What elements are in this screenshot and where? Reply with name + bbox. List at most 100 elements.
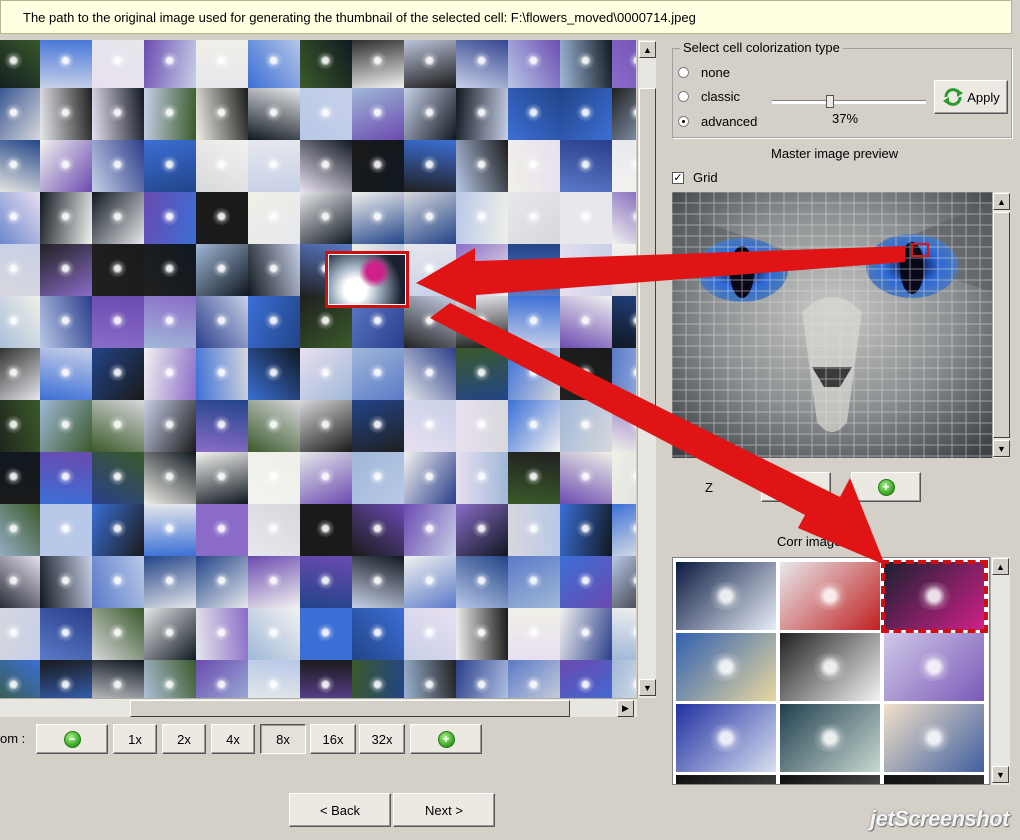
mosaic-tile[interactable] bbox=[560, 608, 612, 660]
corresponding-vertical-scrollbar[interactable]: ▲ ▼ bbox=[990, 557, 1010, 785]
mosaic-view[interactable] bbox=[0, 40, 636, 698]
mosaic-horizontal-scrollbar[interactable]: ▶ bbox=[0, 698, 637, 717]
corresponding-image-tile[interactable] bbox=[780, 633, 880, 701]
mosaic-tile[interactable] bbox=[196, 140, 248, 192]
mosaic-tile[interactable] bbox=[300, 504, 352, 556]
corresponding-image-tile[interactable] bbox=[676, 562, 776, 630]
mosaic-tile[interactable] bbox=[0, 452, 40, 504]
mosaic-tile[interactable] bbox=[352, 88, 404, 140]
mosaic-tile[interactable] bbox=[196, 660, 248, 698]
mosaic-tile[interactable] bbox=[0, 296, 40, 348]
mosaic-tile[interactable] bbox=[248, 348, 300, 400]
mosaic-tile[interactable] bbox=[508, 244, 560, 296]
master-image-preview[interactable] bbox=[672, 192, 992, 458]
mosaic-tile[interactable] bbox=[92, 192, 144, 244]
arrow-up-icon[interactable]: ▲ bbox=[993, 193, 1010, 210]
mosaic-tile[interactable] bbox=[144, 608, 196, 660]
mosaic-tile[interactable] bbox=[612, 192, 636, 244]
radio-none[interactable]: none bbox=[678, 65, 730, 80]
mosaic-tile[interactable] bbox=[352, 140, 404, 192]
mosaic-tile[interactable] bbox=[248, 40, 300, 88]
zoom-32x-button[interactable]: 32x bbox=[359, 724, 405, 754]
mosaic-tile[interactable] bbox=[404, 296, 456, 348]
back-button[interactable]: < Back bbox=[289, 793, 391, 827]
corresponding-image-tile[interactable] bbox=[884, 775, 984, 784]
mosaic-tile[interactable] bbox=[248, 88, 300, 140]
mosaic-tile[interactable] bbox=[40, 556, 92, 608]
mosaic-tile[interactable] bbox=[196, 40, 248, 88]
preview-vertical-scrollbar[interactable]: ▲ ▼ bbox=[992, 192, 1010, 458]
mosaic-tile[interactable] bbox=[196, 88, 248, 140]
zoom-out-button[interactable]: − bbox=[36, 724, 108, 754]
mosaic-tile[interactable] bbox=[248, 452, 300, 504]
mosaic-tile[interactable] bbox=[508, 296, 560, 348]
grid-checkbox-row[interactable]: ✓ Grid bbox=[672, 170, 718, 185]
mosaic-tile[interactable] bbox=[144, 244, 196, 296]
mosaic-tile[interactable] bbox=[196, 348, 248, 400]
zoom-1x-button[interactable]: 1x bbox=[113, 724, 157, 754]
mosaic-tile[interactable] bbox=[404, 452, 456, 504]
mosaic-tile[interactable] bbox=[456, 504, 508, 556]
mosaic-tile[interactable] bbox=[560, 88, 612, 140]
mosaic-tile[interactable] bbox=[92, 140, 144, 192]
zoom-16x-button[interactable]: 16x bbox=[310, 724, 356, 754]
mosaic-tile[interactable] bbox=[144, 348, 196, 400]
mosaic-tile[interactable] bbox=[300, 556, 352, 608]
mosaic-tile[interactable] bbox=[0, 88, 40, 140]
radio-button[interactable] bbox=[678, 91, 689, 102]
radio-button[interactable] bbox=[678, 67, 689, 78]
preview-zoom-out-button[interactable]: − bbox=[761, 472, 831, 502]
mosaic-tile[interactable] bbox=[196, 504, 248, 556]
mosaic-tile[interactable] bbox=[612, 244, 636, 296]
mosaic-tile[interactable] bbox=[508, 348, 560, 400]
mosaic-tile[interactable] bbox=[0, 348, 40, 400]
mosaic-tile[interactable] bbox=[248, 608, 300, 660]
corresponding-image-tile[interactable] bbox=[780, 704, 880, 772]
mosaic-tile[interactable] bbox=[404, 40, 456, 88]
mosaic-tile[interactable] bbox=[508, 556, 560, 608]
mosaic-tile[interactable] bbox=[612, 400, 636, 452]
radio-classic[interactable]: classic bbox=[678, 89, 740, 104]
mosaic-tile[interactable] bbox=[404, 140, 456, 192]
mosaic-tile[interactable] bbox=[560, 40, 612, 88]
arrow-right-icon[interactable]: ▶ bbox=[617, 700, 634, 717]
mosaic-tile[interactable] bbox=[40, 88, 92, 140]
corresponding-image-tile[interactable] bbox=[884, 704, 984, 772]
mosaic-tile[interactable] bbox=[508, 192, 560, 244]
grid-checkbox[interactable]: ✓ bbox=[672, 171, 684, 184]
mosaic-tile[interactable] bbox=[0, 660, 40, 698]
mosaic-tile[interactable] bbox=[352, 556, 404, 608]
apply-button[interactable]: Apply bbox=[934, 80, 1008, 114]
mosaic-tile[interactable] bbox=[508, 660, 560, 698]
mosaic-tile[interactable] bbox=[508, 608, 560, 660]
selected-corresponding-image[interactable] bbox=[881, 560, 988, 633]
radio-button[interactable] bbox=[678, 116, 689, 127]
mosaic-tile[interactable] bbox=[612, 40, 636, 88]
corresponding-image-tile[interactable] bbox=[676, 775, 776, 784]
mosaic-tile[interactable] bbox=[456, 400, 508, 452]
corresponding-image-tile[interactable] bbox=[676, 704, 776, 772]
mosaic-tile[interactable] bbox=[300, 660, 352, 698]
preview-vertical-scroll-thumb[interactable] bbox=[993, 212, 1010, 438]
mosaic-tile[interactable] bbox=[92, 556, 144, 608]
mosaic-tile[interactable] bbox=[144, 40, 196, 88]
mosaic-tile[interactable] bbox=[508, 452, 560, 504]
mosaic-tile[interactable] bbox=[404, 192, 456, 244]
mosaic-vertical-scroll-thumb[interactable] bbox=[639, 88, 656, 418]
radio-advanced[interactable]: advanced bbox=[678, 114, 757, 129]
mosaic-tile[interactable] bbox=[560, 244, 612, 296]
mosaic-tile[interactable] bbox=[560, 504, 612, 556]
arrow-down-icon[interactable]: ▼ bbox=[639, 679, 656, 696]
zoom-in-button[interactable]: + bbox=[410, 724, 482, 754]
mosaic-tile[interactable] bbox=[196, 608, 248, 660]
next-button[interactable]: Next > bbox=[393, 793, 495, 827]
mosaic-tile[interactable] bbox=[196, 452, 248, 504]
mosaic-tile[interactable] bbox=[612, 140, 636, 192]
mosaic-tile[interactable] bbox=[612, 348, 636, 400]
mosaic-tile[interactable] bbox=[196, 296, 248, 348]
mosaic-tile[interactable] bbox=[352, 400, 404, 452]
mosaic-tile[interactable] bbox=[300, 192, 352, 244]
mosaic-tile[interactable] bbox=[0, 556, 40, 608]
mosaic-tile[interactable] bbox=[40, 244, 92, 296]
mosaic-tile[interactable] bbox=[456, 244, 508, 296]
